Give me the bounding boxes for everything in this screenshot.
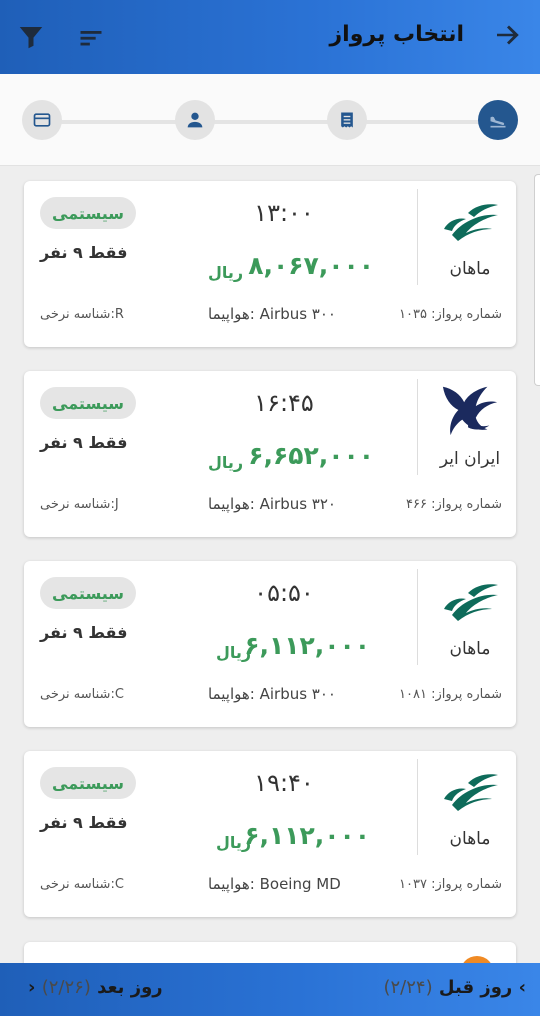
flight-number: شماره پرواز: ۴۶۶ [405, 497, 502, 512]
previous-day-button[interactable]: › روز قبل (۲/۲۴) [383, 977, 526, 998]
mahan-logo-icon [444, 204, 498, 241]
step-invoice[interactable] [327, 100, 367, 140]
step-payment[interactable] [22, 100, 62, 140]
departure-time: ۱۶:۴۵ [254, 389, 314, 417]
fare-class: شناسه نرخی:R [40, 307, 124, 322]
price: ۶,۱۱۲,۰۰۰ [244, 631, 370, 660]
flight-card[interactable]: ایران ایر ۱۶:۴۵ ۶,۶۵۲,۰۰۰ ریال سیستمی فق… [24, 371, 516, 537]
seats-left: فقط ۹ نفر [40, 623, 128, 642]
flight-number: شماره پرواز: ۱۰۳۵ [399, 307, 502, 322]
price: ۶,۶۵۲,۰۰۰ [248, 441, 374, 470]
airline-name: ایران ایر [439, 449, 501, 469]
chevron-left-icon: ‹ [28, 977, 36, 998]
mahan-logo-icon [444, 774, 498, 811]
sort-icon[interactable] [76, 24, 106, 52]
arrow-right-icon[interactable] [492, 20, 522, 50]
price: ۶,۱۱۲,۰۰۰ [244, 821, 370, 850]
aircraft-type: هواپیما: Boeing MD [208, 875, 341, 893]
aircraft-type: هواپیما: Airbus ۳۰۰ [208, 685, 336, 703]
flight-card[interactable]: ماهان ۱۳:۰۰ ۸,۰۶۷,۰۰۰ ریال سیستمی فقط ۹ … [24, 181, 516, 347]
divider [417, 569, 418, 665]
flight-list: ماهان ۱۳:۰۰ ۸,۰۶۷,۰۰۰ ریال سیستمی فقط ۹ … [0, 166, 540, 963]
seats-left: فقط ۹ نفر [40, 813, 128, 832]
flight-number: شماره پرواز: ۱۰۸۱ [399, 687, 502, 702]
booking-stepper [0, 74, 540, 166]
status-badge: سیستمی [40, 197, 136, 229]
step-flight[interactable] [478, 100, 518, 140]
seats-left: فقط ۹ نفر [40, 243, 128, 262]
seats-left: فقط ۹ نفر [40, 433, 128, 452]
flight-card[interactable]: ماهان ۰۵:۵۰ ۶,۱۱۲,۰۰۰ ریال سیستمی فقط ۹ … [24, 561, 516, 727]
currency: ریال [216, 643, 252, 662]
fare-class: شناسه نرخی:C [40, 687, 124, 702]
previous-day-count: (۲/۲۴) [383, 977, 433, 998]
departure-time: ۰۵:۵۰ [254, 579, 314, 607]
iranair-logo-icon [442, 386, 498, 436]
next-day-button[interactable]: روز بعد (۲/۲۶) ‹ [28, 977, 163, 998]
app-header: انتخاب پرواز [0, 0, 540, 74]
flight-land-icon [490, 116, 506, 128]
receipt-icon [341, 112, 353, 128]
previous-day-label: روز قبل [438, 977, 513, 998]
divider [417, 759, 418, 855]
departure-time: ۱۳:۰۰ [254, 199, 314, 227]
status-badge: سیستمی [40, 767, 136, 799]
day-navigation: › روز قبل (۲/۲۴) روز بعد (۲/۲۶) ‹ [0, 963, 540, 1016]
airline-name: ماهان [449, 259, 491, 279]
status-badge: سیستمی [40, 577, 136, 609]
page-title: انتخاب پرواز [329, 22, 465, 47]
currency: ریال [208, 263, 244, 282]
divider [417, 379, 418, 475]
filter-icon[interactable] [16, 22, 46, 52]
divider [417, 189, 418, 285]
next-day-count: (۲/۲۶) [41, 977, 91, 998]
next-day-label: روز بعد [97, 977, 163, 998]
credit-card-icon [33, 113, 51, 127]
departure-time: ۱۹:۴۰ [254, 769, 314, 797]
flight-number: شماره پرواز: ۱۰۳۷ [399, 877, 502, 892]
chevron-right-icon: › [518, 977, 526, 998]
airline-name: ماهان [449, 639, 491, 659]
currency: ریال [216, 833, 252, 852]
mahan-logo-icon [444, 584, 498, 621]
airline-name: ماهان [449, 829, 491, 849]
fare-class: شناسه نرخی:C [40, 877, 124, 892]
price: ۸,۰۶۷,۰۰۰ [248, 251, 374, 280]
aircraft-type: هواپیما: Airbus ۳۲۰ [208, 495, 336, 513]
currency: ریال [208, 453, 244, 472]
aircraft-type: هواپیما: Airbus ۳۰۰ [208, 305, 336, 323]
flight-card[interactable]: ماهان ۱۹:۴۰ ۶,۱۱۲,۰۰۰ ریال سیستمی فقط ۹ … [24, 751, 516, 917]
step-passenger[interactable] [175, 100, 215, 140]
person-icon [187, 112, 203, 128]
fare-class: شناسه نرخی:J [40, 497, 119, 512]
stepper-line [40, 120, 500, 124]
status-badge: سیستمی [40, 387, 136, 419]
